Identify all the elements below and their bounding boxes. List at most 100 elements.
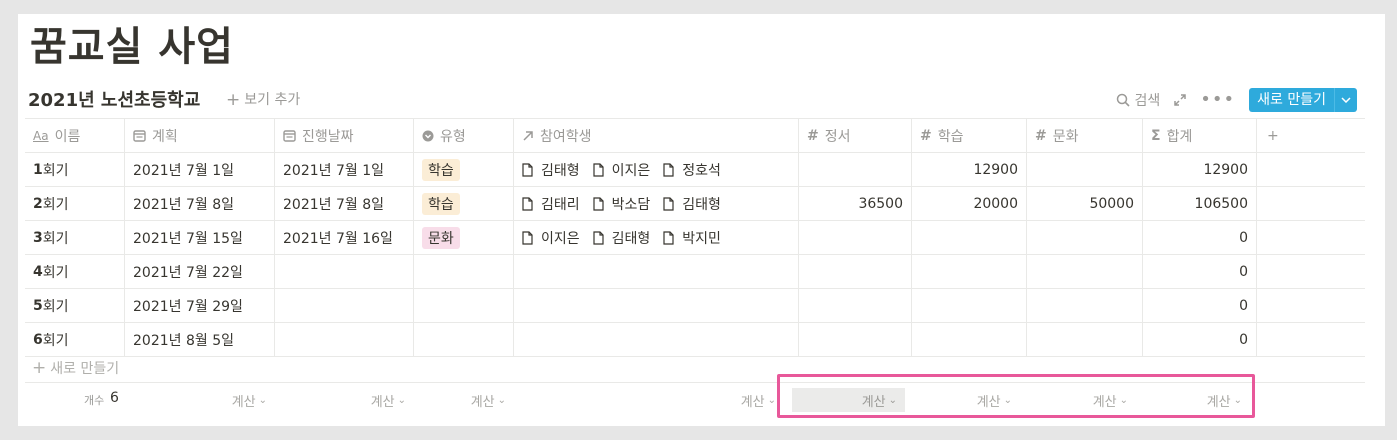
- column-header-date[interactable]: 진행날짜: [275, 119, 414, 152]
- cell-type[interactable]: [414, 323, 514, 356]
- cell-culture[interactable]: [1027, 323, 1143, 356]
- column-header-total[interactable]: Σ 합계: [1143, 119, 1257, 152]
- cell-study[interactable]: 12900: [912, 153, 1027, 186]
- column-header-type[interactable]: 유형: [414, 119, 514, 152]
- cell-emotion[interactable]: [799, 221, 912, 254]
- calc-dropdown-students[interactable]: 계산 ⌄: [699, 388, 784, 412]
- highlight-annotation: [777, 374, 1255, 418]
- student-link[interactable]: 이지은: [522, 228, 580, 248]
- cell-plan[interactable]: 2021년 8월 5일: [125, 323, 275, 356]
- cell-study[interactable]: [912, 221, 1027, 254]
- student-link[interactable]: 김태형: [522, 160, 580, 180]
- cell-date[interactable]: [275, 255, 414, 288]
- cell-emotion[interactable]: [799, 323, 912, 356]
- calc-dropdown-date[interactable]: 계산 ⌄: [325, 388, 414, 412]
- cell-type[interactable]: [414, 255, 514, 288]
- hash-icon: #: [920, 127, 932, 144]
- cell-total[interactable]: 0: [1143, 221, 1257, 254]
- cell-students[interactable]: 이지은 김태형 박지민: [514, 221, 799, 254]
- cell-name[interactable]: 4 회기: [25, 255, 125, 288]
- table-row[interactable]: 1 회기 2021년 7월 1일 2021년 7월 1일 학습 김태형 이지은 정호석 1290…: [25, 153, 1365, 187]
- cell-students[interactable]: 김태형 이지은 정호석: [514, 153, 799, 186]
- cell-total[interactable]: 0: [1143, 255, 1257, 288]
- cell-plan[interactable]: 2021년 7월 22일: [125, 255, 275, 288]
- calc-dropdown-type[interactable]: 계산 ⌄: [414, 388, 514, 412]
- calc-dropdown-plan[interactable]: 계산 ⌄: [175, 388, 275, 412]
- add-column-button[interactable]: +: [1257, 119, 1365, 152]
- table-row[interactable]: 6 회기 2021년 8월 5일 0: [25, 323, 1365, 357]
- cell-students[interactable]: [514, 323, 799, 356]
- table-row[interactable]: 5 회기 2021년 7월 29일 0: [25, 289, 1365, 323]
- column-header-students[interactable]: 참여학생: [514, 119, 799, 152]
- cell-total[interactable]: 0: [1143, 323, 1257, 356]
- cell-type[interactable]: 문화: [414, 221, 514, 254]
- student-link[interactable]: 박지민: [663, 228, 721, 248]
- cell-study[interactable]: [912, 289, 1027, 322]
- cell-name[interactable]: 3 회기: [25, 221, 125, 254]
- cell-name[interactable]: 2 회기: [25, 187, 125, 220]
- cell-type[interactable]: [414, 289, 514, 322]
- search-icon: [1116, 93, 1130, 107]
- cell-date[interactable]: 2021년 7월 16일: [275, 221, 414, 254]
- cell-students[interactable]: [514, 289, 799, 322]
- cell-type[interactable]: 학습: [414, 153, 514, 186]
- cell-date[interactable]: [275, 323, 414, 356]
- cell-culture[interactable]: [1027, 289, 1143, 322]
- cell-total[interactable]: 12900: [1143, 153, 1257, 186]
- select-icon: [422, 130, 434, 142]
- cell-name[interactable]: 5 회기: [25, 289, 125, 322]
- table-row[interactable]: 4 회기 2021년 7월 22일 0: [25, 255, 1365, 289]
- cell-total[interactable]: 0: [1143, 289, 1257, 322]
- cell-date[interactable]: 2021년 7월 8일: [275, 187, 414, 220]
- cell-students[interactable]: [514, 255, 799, 288]
- new-button[interactable]: 새로 만들기: [1249, 88, 1357, 112]
- cell-plan[interactable]: 2021년 7월 1일: [125, 153, 275, 186]
- cell-name[interactable]: 1 회기: [25, 153, 125, 186]
- cell-culture[interactable]: 50000: [1027, 187, 1143, 220]
- cell-emotion[interactable]: [799, 153, 912, 186]
- table-row[interactable]: 2 회기 2021년 7월 8일 2021년 7월 8일 학습 김태리 박소담 김태형 3650…: [25, 187, 1365, 221]
- database-title[interactable]: 2021년 노션초등학교: [28, 86, 200, 112]
- expand-icon[interactable]: [1174, 94, 1187, 106]
- student-link[interactable]: 박소담: [593, 194, 650, 214]
- cell-emotion[interactable]: [799, 289, 912, 322]
- cell-type[interactable]: 학습: [414, 187, 514, 220]
- chevron-down-icon[interactable]: [1334, 88, 1357, 112]
- cell-emotion[interactable]: [799, 255, 912, 288]
- cell-date[interactable]: 2021년 7월 1일: [275, 153, 414, 186]
- cell-total[interactable]: 106500: [1143, 187, 1257, 220]
- column-header-emotion[interactable]: # 정서: [799, 119, 912, 152]
- column-header-name[interactable]: Aa 이름: [25, 119, 125, 152]
- student-link[interactable]: 김태형: [663, 194, 721, 214]
- cell-study[interactable]: [912, 255, 1027, 288]
- more-options-icon[interactable]: •••: [1200, 91, 1235, 109]
- student-link[interactable]: 김태리: [522, 194, 580, 214]
- cell-emotion[interactable]: 36500: [799, 187, 912, 220]
- page: 꿈교실 사업 2021년 노션초등학교 + 보기 추가 검색 ••• 새로 만들기…: [18, 14, 1385, 426]
- page-icon: [522, 162, 533, 177]
- cell-plan[interactable]: 2021년 7월 8일: [125, 187, 275, 220]
- student-link[interactable]: 김태형: [593, 228, 650, 248]
- cell-study[interactable]: 20000: [912, 187, 1027, 220]
- cell-plan[interactable]: 2021년 7월 29일: [125, 289, 275, 322]
- student-link[interactable]: 이지은: [593, 160, 650, 180]
- column-header-culture[interactable]: # 문화: [1027, 119, 1143, 152]
- cell-date[interactable]: [275, 289, 414, 322]
- search-button[interactable]: 검색: [1116, 90, 1160, 110]
- cell-students[interactable]: 김태리 박소담 김태형: [514, 187, 799, 220]
- column-header-plan[interactable]: 계획: [125, 119, 275, 152]
- cell-culture[interactable]: [1027, 153, 1143, 186]
- cell-name[interactable]: 6 회기: [25, 323, 125, 356]
- column-header-study[interactable]: # 학습: [912, 119, 1027, 152]
- cell-culture[interactable]: [1027, 255, 1143, 288]
- count-value[interactable]: 6: [110, 390, 119, 406]
- cell-culture[interactable]: [1027, 221, 1143, 254]
- table-row[interactable]: 3 회기 2021년 7월 15일 2021년 7월 16일 문화 이지은 김태형 박지민 0: [25, 221, 1365, 255]
- new-row-button[interactable]: + 새로 만들기: [32, 358, 119, 378]
- student-link[interactable]: 정호석: [663, 160, 721, 180]
- add-view-button[interactable]: + 보기 추가: [226, 89, 300, 110]
- page-icon: [593, 162, 604, 177]
- cell-plan[interactable]: 2021년 7월 15일: [125, 221, 275, 254]
- cell-study[interactable]: [912, 323, 1027, 356]
- calendar-icon: [283, 129, 296, 142]
